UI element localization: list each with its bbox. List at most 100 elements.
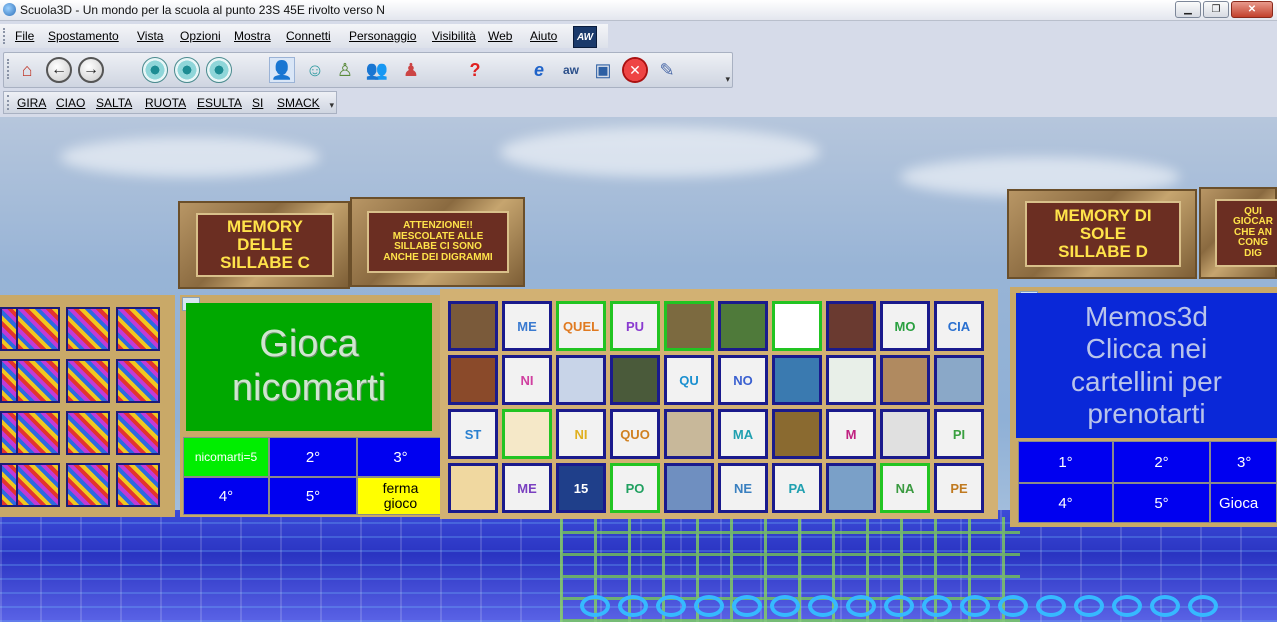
memos3d-display[interactable]: Memos3d Clicca nei cartellini per prenot… [1016, 293, 1277, 438]
chat-icon[interactable]: aw [558, 57, 584, 83]
pattern-tile[interactable] [116, 411, 160, 455]
memory-tile[interactable]: CIA [934, 301, 984, 351]
pattern-board[interactable] [0, 295, 175, 517]
stop-icon[interactable]: ✕ [622, 57, 648, 83]
mouse-icon[interactable]: ✎ [654, 57, 680, 83]
memory-tile[interactable] [448, 463, 498, 513]
memory-tile[interactable]: NA [880, 463, 930, 513]
memory-tile[interactable]: QU [664, 355, 714, 405]
close-button[interactable]: ✕ [1231, 1, 1273, 18]
sign-memory-c[interactable]: MEMORY DELLE SILLABE C [178, 201, 350, 289]
menu-mostra[interactable]: Mostra [234, 29, 271, 43]
booking-slot-1[interactable]: 1° [1018, 441, 1113, 483]
gesture-ciao[interactable]: CIAO [56, 96, 85, 110]
memory-tile[interactable]: QUEL [556, 301, 606, 351]
menu-visibilita[interactable]: Visibilità [432, 29, 476, 43]
memory-tile[interactable]: 15 [556, 463, 606, 513]
help-icon[interactable]: ? [462, 57, 488, 83]
pattern-tile[interactable] [66, 359, 110, 403]
player-slot-5[interactable]: 5° [269, 477, 357, 515]
memory-tile[interactable] [934, 355, 984, 405]
memory-tile[interactable] [664, 463, 714, 513]
memory-tile[interactable] [610, 355, 660, 405]
booking-slot-5[interactable]: 5° [1113, 483, 1210, 523]
memory-tile[interactable] [556, 355, 606, 405]
player-slot-1[interactable]: nicomarti=5 [183, 437, 269, 477]
booking-slot-2[interactable]: 2° [1113, 441, 1210, 483]
memory-tile[interactable]: ST [448, 409, 498, 459]
player-slot-4[interactable]: 4° [183, 477, 269, 515]
memory-tile[interactable]: MA [718, 409, 768, 459]
memory-tile[interactable]: PU [610, 301, 660, 351]
gesture-smack[interactable]: SMACK [277, 96, 320, 110]
player-slot-2[interactable]: 2° [269, 437, 357, 477]
pattern-tile[interactable] [16, 411, 60, 455]
memory-tile[interactable]: NE [718, 463, 768, 513]
menu-web[interactable]: Web [488, 29, 512, 43]
maximize-button[interactable]: ❐ [1203, 1, 1229, 18]
gesture-salta[interactable]: SALTA [96, 96, 132, 110]
booking-slot-3[interactable]: 3° [1210, 441, 1277, 483]
gesture-ruota[interactable]: RUOTA [145, 96, 186, 110]
memory-tile[interactable] [772, 355, 822, 405]
booking-slot-4[interactable]: 4° [1018, 483, 1113, 523]
gesture-gira[interactable]: GIRA [17, 96, 46, 110]
pattern-tile[interactable] [66, 307, 110, 351]
person-icon[interactable]: ♙ [332, 57, 358, 83]
game-display[interactable]: Gioca nicomarti [186, 303, 432, 431]
memory-tile[interactable]: PO [610, 463, 660, 513]
back-icon[interactable]: ← [46, 57, 72, 83]
sign-attenzione[interactable]: ATTENZIONE!! MESCOLATE ALLE SILLABE CI S… [350, 197, 525, 287]
memory-tile[interactable]: PI [934, 409, 984, 459]
camera-icon[interactable]: ▣ [590, 57, 616, 83]
first-person-view-icon[interactable] [142, 57, 168, 83]
play-button[interactable]: Gioca [1210, 483, 1277, 523]
memory-tile[interactable] [880, 409, 930, 459]
memory-tile[interactable] [664, 409, 714, 459]
pattern-tile[interactable] [16, 463, 60, 507]
menu-spostamento[interactable]: Spostamento [48, 29, 119, 43]
pattern-tile[interactable] [116, 307, 160, 351]
minimize-button[interactable]: ▁ [1175, 1, 1201, 18]
menu-connetti[interactable]: Connetti [286, 29, 331, 43]
gesture-esulta[interactable]: ESULTA [197, 96, 242, 110]
memory-tile[interactable]: PE [934, 463, 984, 513]
memory-tile[interactable] [448, 301, 498, 351]
menu-file[interactable]: File [15, 29, 34, 43]
pattern-tile[interactable] [116, 463, 160, 507]
memory-tile[interactable] [772, 301, 822, 351]
avatar-icon[interactable]: 👤 [269, 57, 295, 83]
pattern-tile[interactable] [16, 359, 60, 403]
pattern-tile[interactable] [16, 307, 60, 351]
memory-tile[interactable] [502, 409, 552, 459]
sign-memory-d[interactable]: MEMORY DI SOLE SILLABE D [1007, 189, 1197, 279]
memory-tile[interactable]: ME [502, 301, 552, 351]
memory-tile[interactable]: M [826, 409, 876, 459]
memory-tile[interactable] [448, 355, 498, 405]
menu-grip[interactable] [3, 28, 8, 44]
gesture-si[interactable]: SI [252, 96, 263, 110]
stop-game-button[interactable]: ferma gioco [357, 477, 444, 515]
chevron-down-icon[interactable]: ▾ [725, 74, 730, 85]
memory-tile[interactable] [664, 301, 714, 351]
look-icon[interactable]: ☺ [302, 57, 328, 83]
toolbar-grip[interactable] [7, 59, 12, 79]
menu-opzioni[interactable]: Opzioni [180, 29, 221, 43]
memory-tile[interactable] [718, 301, 768, 351]
menu-aiuto[interactable]: Aiuto [530, 29, 557, 43]
memory-tile[interactable] [880, 355, 930, 405]
memory-tile[interactable]: NI [502, 355, 552, 405]
memory-tile[interactable] [826, 463, 876, 513]
browser-icon[interactable]: e [526, 57, 552, 83]
3d-world-view[interactable]: MEMORY DELLE SILLABE C ATTENZIONE!! MESC… [0, 117, 1277, 622]
memory-tile[interactable]: ME [502, 463, 552, 513]
home-icon[interactable]: ⌂ [14, 57, 40, 83]
gesture-grip[interactable] [7, 95, 12, 110]
memory-tile[interactable] [826, 355, 876, 405]
memory-tile[interactable]: NI [556, 409, 606, 459]
memory-tile[interactable] [826, 301, 876, 351]
memory-tile[interactable] [772, 409, 822, 459]
menu-vista[interactable]: Vista [137, 29, 163, 43]
forward-icon[interactable]: → [78, 57, 104, 83]
chevron-down-icon[interactable]: ▾ [329, 100, 334, 111]
